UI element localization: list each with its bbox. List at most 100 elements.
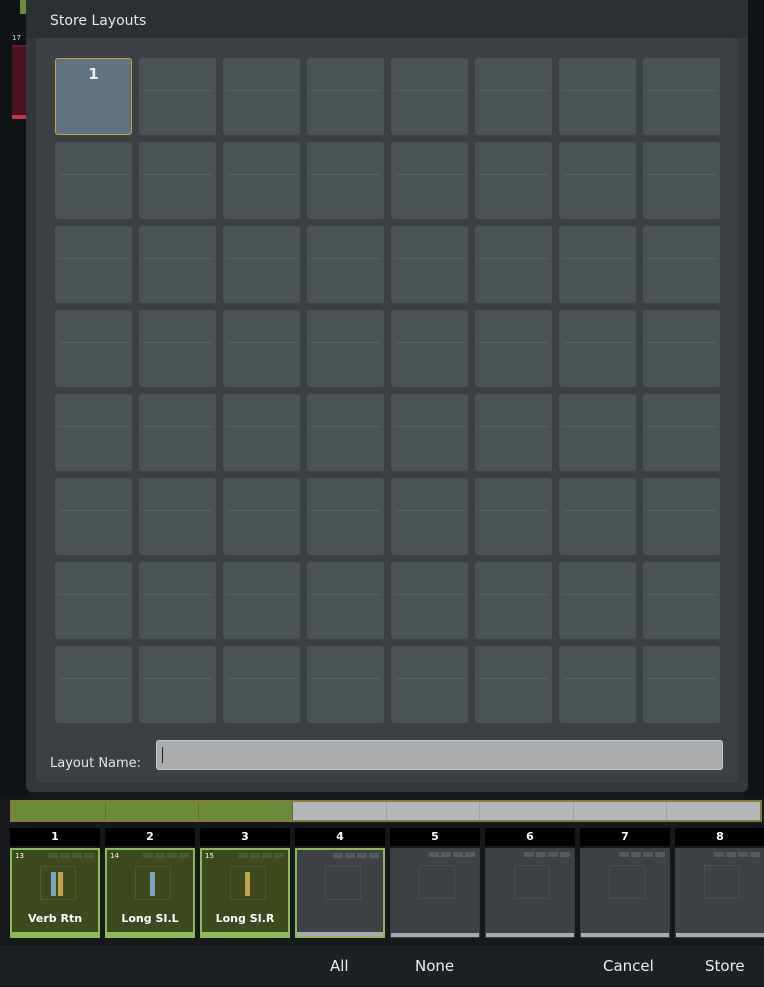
strip-body[interactable]: 14 Long SI.L [105,848,195,938]
layout-slot[interactable] [307,646,384,723]
layout-name-input[interactable] [156,740,723,770]
bank-segment[interactable] [199,802,293,820]
bank-segment[interactable] [667,802,760,820]
bank-segment[interactable] [480,802,574,820]
layout-slot[interactable] [643,394,720,471]
layout-slot[interactable] [559,646,636,723]
strip-indicators [143,853,189,858]
layout-slot[interactable] [643,142,720,219]
layout-slot[interactable] [559,226,636,303]
layout-slot[interactable] [391,646,468,723]
layout-slot[interactable] [475,58,552,135]
strip-body[interactable]: 13 Verb Rtn [10,848,100,938]
strip-body[interactable] [390,848,480,938]
layout-slot[interactable] [559,310,636,387]
bank-selector-bar[interactable] [10,800,762,822]
layout-slot[interactable] [391,478,468,555]
layout-slot[interactable] [139,142,216,219]
layout-slot[interactable] [475,310,552,387]
layout-slot[interactable] [55,478,132,555]
layout-slot[interactable] [139,310,216,387]
layout-slot[interactable] [223,226,300,303]
strip-body[interactable] [485,848,575,938]
layout-slot[interactable] [391,226,468,303]
bank-segment[interactable] [387,802,481,820]
layout-slot[interactable] [223,562,300,639]
strip-body[interactable] [295,848,385,938]
layout-slot[interactable] [139,226,216,303]
channel-strip[interactable]: 4 [295,828,385,940]
channel-strip[interactable]: 8 [675,828,764,940]
layout-slot[interactable] [643,478,720,555]
strip-body[interactable] [580,848,670,938]
layout-slot[interactable] [391,142,468,219]
layout-slot[interactable] [643,562,720,639]
layout-slot[interactable] [223,646,300,723]
layout-slot[interactable] [391,394,468,471]
layout-slot[interactable] [139,58,216,135]
layout-slot[interactable] [55,646,132,723]
layout-slot-active[interactable]: 1 [55,58,132,135]
layout-slot[interactable] [391,562,468,639]
layout-slot[interactable] [55,310,132,387]
channel-strip[interactable]: 1 13 Verb Rtn [10,828,100,940]
channel-strip[interactable]: 6 [485,828,575,940]
bank-segment[interactable] [574,802,668,820]
layout-slot[interactable] [391,58,468,135]
layout-slot[interactable] [55,562,132,639]
strip-body[interactable]: 15 Long SI.R [200,848,290,938]
layout-slot[interactable] [223,310,300,387]
channel-strip[interactable]: 5 [390,828,480,940]
layout-slot[interactable] [475,394,552,471]
layout-slot[interactable] [643,58,720,135]
layout-slot[interactable] [475,142,552,219]
layout-slot[interactable] [139,646,216,723]
layout-slot[interactable] [307,394,384,471]
channel-strip[interactable]: 2 14 Long SI.L [105,828,195,940]
strip-body[interactable] [675,848,764,938]
layout-slot[interactable] [475,562,552,639]
layout-slot[interactable] [223,478,300,555]
layout-slot[interactable] [139,562,216,639]
layout-slot[interactable] [391,310,468,387]
store-button[interactable]: Store [705,945,745,985]
bank-segment[interactable] [12,802,106,820]
layout-slot[interactable] [643,226,720,303]
layout-slot[interactable] [307,310,384,387]
layout-slot[interactable] [307,142,384,219]
layout-slot[interactable] [307,562,384,639]
layout-slot[interactable] [475,646,552,723]
channel-strip[interactable]: 7 [580,828,670,940]
layout-slot[interactable] [475,226,552,303]
all-button[interactable]: All [330,945,349,985]
none-button[interactable]: None [415,945,454,985]
layout-slot[interactable] [643,646,720,723]
layout-slot[interactable] [139,394,216,471]
layout-slot[interactable] [223,58,300,135]
layout-slot[interactable] [307,226,384,303]
layout-slot[interactable] [55,394,132,471]
layout-slot[interactable] [307,478,384,555]
layout-slot[interactable] [475,478,552,555]
layout-slot[interactable] [223,394,300,471]
layout-slot[interactable] [559,478,636,555]
strip-indicators [429,852,475,857]
cancel-button[interactable]: Cancel [603,945,654,985]
layout-slot[interactable] [307,58,384,135]
channel-strip[interactable]: 3 15 Long SI.R [200,828,290,940]
strip-channel-number: 14 [110,852,119,860]
layout-slot[interactable] [559,562,636,639]
layout-slot[interactable] [643,310,720,387]
strip-channel-number: 13 [15,852,24,860]
layout-grid: 1 [55,58,720,723]
layout-slot[interactable] [55,226,132,303]
layout-slot[interactable] [559,394,636,471]
layout-slot[interactable] [223,142,300,219]
layout-slot[interactable] [559,142,636,219]
bank-segment[interactable] [293,802,387,820]
layout-slot[interactable] [139,478,216,555]
strip-footer [676,933,764,937]
layout-slot[interactable] [55,142,132,219]
layout-slot[interactable] [559,58,636,135]
bank-segment[interactable] [105,802,200,820]
